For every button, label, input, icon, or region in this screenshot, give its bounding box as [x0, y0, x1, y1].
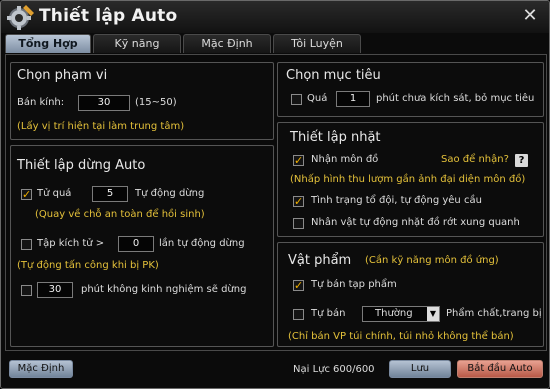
- stop-panel: Thiết lập dừng Auto ✓ Tử quá 5 Tự động d…: [10, 145, 274, 347]
- pickup-auto-label: Nhân vật tự động nhặt đồ rớt xung quanh: [311, 217, 520, 228]
- target-over-label: Quá: [307, 93, 328, 104]
- default-button[interactable]: Mặc Định: [9, 360, 73, 378]
- sell-label: Tự bán: [311, 308, 346, 319]
- radius-label: Bán kính:: [17, 97, 65, 108]
- pickup-receive-checkbox[interactable]: ✓: [293, 155, 304, 166]
- pickup-title: Thiết lập nhặt: [290, 130, 381, 145]
- quality-suffix: Phẩm chất,trang bị: [446, 308, 542, 319]
- stop-over-label: Tử quá: [37, 188, 72, 199]
- stop-attack-checkbox[interactable]: [21, 239, 32, 250]
- tab-bar: Tổng Hợp Kỹ năng Mặc Định Tôi Luyện: [5, 34, 545, 54]
- range-panel: Chọn phạm vi Bán kính: 30 (15~50) (Lấy v…: [10, 62, 274, 140]
- radius-range: (15~50): [135, 97, 177, 108]
- pickup-receive-label: Nhận môn đồ: [311, 154, 379, 165]
- stop-attack-suffix: lần tự động dừng: [159, 238, 245, 249]
- quality-value: Thường: [375, 308, 413, 319]
- range-title: Chọn phạm vi: [17, 68, 108, 83]
- stop-over-input[interactable]: 5: [92, 186, 128, 202]
- pickup-auto-checkbox[interactable]: [293, 218, 304, 229]
- target-over-suffix: phút chưa kích sát, bỏ mục tiêu: [376, 93, 535, 104]
- stop-noexp-suffix: phút không kinh nghiệm sẽ dừng: [81, 284, 247, 295]
- quality-dropdown[interactable]: Thường ▼: [362, 306, 440, 322]
- stop-noexp-checkbox[interactable]: [21, 285, 32, 296]
- auto-settings-window: Thiết lập Auto ✕ Tổng Hợp Kỹ năng Mặc Đị…: [0, 0, 550, 389]
- stop-attack-input[interactable]: 0: [118, 236, 154, 252]
- sell-junk-checkbox[interactable]: ✓: [293, 280, 304, 291]
- stop-over-hint: (Quay về chỗ an toàn để hồi sinh): [35, 209, 205, 220]
- tab-content: Chọn phạm vi Bán kính: 30 (15~50) (Lấy v…: [5, 54, 547, 351]
- window-title: Thiết lập Auto: [39, 6, 178, 26]
- how-to-receive-label[interactable]: Sao để nhận?: [441, 154, 509, 165]
- target-over-checkbox[interactable]: [291, 94, 302, 105]
- help-icon[interactable]: ?: [515, 154, 528, 167]
- title-bar: Thiết lập Auto ✕: [1, 1, 549, 33]
- close-icon[interactable]: ✕: [521, 7, 539, 25]
- stop-title: Thiết lập dừng Auto: [17, 158, 146, 173]
- durability-value: 600/600: [333, 364, 375, 375]
- pickup-panel: Thiết lập nhặt ✓ Nhận môn đồ Sao để nhận…: [277, 122, 544, 237]
- stop-attack-label: Tập kích tử >: [37, 238, 105, 249]
- items-panel: Vật phẩm (Cần kỹ năng môn đồ ứng) ✓ Tự b…: [277, 242, 544, 347]
- target-panel: Chọn mục tiêu Quá 1 phút chưa kích sát, …: [277, 62, 544, 117]
- durability-label: Nại Lực: [293, 364, 330, 375]
- pickup-receive-hint: (Nhấp hình thu lượm gần ảnh đại diện môn…: [290, 174, 526, 185]
- sell-junk-label: Tự bán tạp phẩm: [311, 279, 397, 290]
- tab-ky-nang[interactable]: Kỹ năng: [93, 34, 181, 53]
- target-title: Chọn mục tiêu: [286, 68, 381, 83]
- radius-input[interactable]: 30: [78, 95, 130, 111]
- sell-quality-checkbox[interactable]: [293, 309, 304, 320]
- gear-icon: [7, 5, 34, 30]
- tab-mac-dinh[interactable]: Mặc Định: [183, 34, 271, 53]
- items-title: Vật phẩm: [288, 253, 352, 268]
- sell-hint: (Chỉ bán VP túi chính, túi nhỏ không thể…: [288, 331, 514, 342]
- stop-over-suffix: Tự động dừng: [135, 188, 205, 199]
- start-auto-button[interactable]: Bắt đầu Auto: [457, 360, 543, 378]
- stop-attack-hint: (Tự động tấn công khi bị PK): [17, 260, 159, 271]
- stop-over-checkbox[interactable]: ✓: [21, 189, 32, 200]
- tab-toi-luyen[interactable]: Tôi Luyện: [273, 34, 361, 53]
- pickup-team-label: Tình trạng tổ đội, tự động yêu cầu: [311, 195, 482, 206]
- pickup-team-checkbox[interactable]: ✓: [293, 196, 304, 207]
- target-over-input[interactable]: 1: [336, 91, 370, 107]
- items-title-hint: (Cần kỹ năng môn đồ ứng): [365, 255, 499, 266]
- range-hint: (Lấy vị trí hiện tại làm trung tâm): [17, 121, 185, 132]
- footer-bar: Mặc Định Nại Lực 600/600 Lưu Bắt đầu Aut…: [1, 353, 549, 388]
- tab-tong-hop[interactable]: Tổng Hợp: [5, 34, 91, 53]
- stop-noexp-input[interactable]: 30: [37, 282, 73, 298]
- save-button[interactable]: Lưu: [389, 360, 451, 378]
- chevron-down-icon[interactable]: ▼: [427, 307, 439, 321]
